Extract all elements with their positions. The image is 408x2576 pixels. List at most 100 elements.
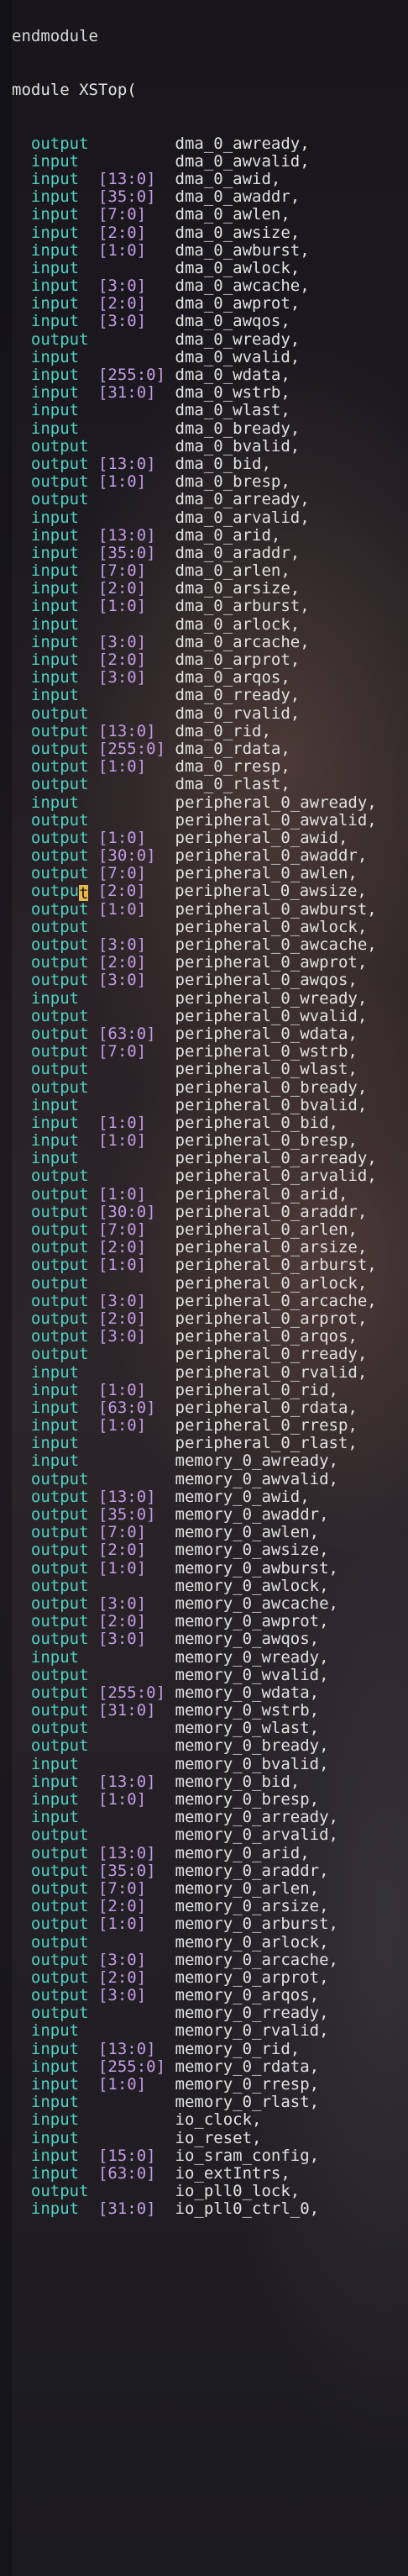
- port-name[interactable]: peripheral_0_wdata: [175, 1025, 348, 1043]
- port-name[interactable]: peripheral_0_awlock: [175, 918, 358, 936]
- port-name[interactable]: peripheral_0_awlen: [175, 864, 348, 882]
- port-name[interactable]: peripheral_0_arcache: [175, 1292, 368, 1310]
- port-name[interactable]: memory_0_rlast: [175, 2093, 310, 2111]
- port-name[interactable]: dma_0_rresp: [175, 757, 281, 776]
- port-name[interactable]: memory_0_wlast: [175, 1719, 310, 1737]
- port-name[interactable]: io_reset: [175, 2129, 253, 2147]
- port-name[interactable]: peripheral_0_awcache: [175, 935, 368, 954]
- port-name[interactable]: dma_0_wdata: [175, 366, 281, 384]
- port-name[interactable]: memory_0_awid: [175, 1488, 301, 1506]
- port-name[interactable]: dma_0_arqos: [175, 668, 281, 687]
- port-name[interactable]: memory_0_arready: [175, 1808, 329, 1826]
- port-name[interactable]: dma_0_rlast: [175, 775, 281, 793]
- port-name[interactable]: dma_0_wready: [175, 330, 290, 349]
- port-name[interactable]: dma_0_rdata: [175, 740, 281, 758]
- port-name[interactable]: dma_0_awid: [175, 170, 271, 188]
- port-name[interactable]: peripheral_0_awvalid: [175, 811, 368, 830]
- port-name[interactable]: peripheral_0_awsize: [175, 882, 357, 900]
- port-name[interactable]: peripheral_0_bready: [175, 1078, 358, 1097]
- port-name[interactable]: peripheral_0_awaddr: [175, 846, 358, 865]
- port-name[interactable]: memory_0_arcache: [175, 1951, 329, 1969]
- port-name[interactable]: peripheral_0_wlast: [175, 1060, 348, 1078]
- port-name[interactable]: dma_0_awburst: [175, 241, 301, 260]
- port-name[interactable]: peripheral_0_arlock: [175, 1274, 358, 1293]
- port-name[interactable]: dma_0_arprot: [175, 651, 290, 669]
- port-name[interactable]: peripheral_0_arprot: [175, 1309, 358, 1328]
- port-name[interactable]: memory_0_awsize: [175, 1541, 320, 1559]
- port-name[interactable]: memory_0_bready: [175, 1736, 320, 1755]
- port-name[interactable]: memory_0_rready: [175, 2004, 320, 2022]
- port-name[interactable]: peripheral_0_awready: [175, 793, 368, 812]
- port-name[interactable]: peripheral_0_rlast: [175, 1434, 348, 1452]
- port-name[interactable]: dma_0_wstrb: [175, 383, 281, 402]
- port-name[interactable]: dma_0_arid: [175, 526, 271, 545]
- port-name[interactable]: peripheral_0_arlen: [175, 1220, 348, 1239]
- port-name[interactable]: dma_0_awready: [175, 134, 301, 153]
- port-name[interactable]: peripheral_0_wvalid: [175, 1007, 358, 1025]
- port-name[interactable]: memory_0_awcache: [175, 1594, 329, 1613]
- port-name[interactable]: dma_0_awprot: [175, 294, 290, 313]
- port-name[interactable]: memory_0_bvalid: [175, 1755, 320, 1773]
- code-editor[interactable]: endmodule module XSTop( output dma_0_awr…: [12, 0, 408, 2236]
- port-name[interactable]: peripheral_0_bvalid: [175, 1096, 358, 1114]
- port-name[interactable]: memory_0_rid: [175, 2040, 290, 2058]
- port-name[interactable]: dma_0_awqos: [175, 312, 281, 330]
- port-name[interactable]: dma_0_awlen: [175, 205, 281, 224]
- port-name[interactable]: memory_0_arlock: [175, 1933, 320, 1952]
- port-name[interactable]: memory_0_awlock: [175, 1577, 320, 1595]
- port-name[interactable]: peripheral_0_arid: [175, 1185, 338, 1204]
- port-name[interactable]: memory_0_rresp: [175, 2075, 310, 2094]
- port-name[interactable]: dma_0_rvalid: [175, 704, 290, 723]
- port-name[interactable]: peripheral_0_rready: [175, 1345, 358, 1363]
- port-name[interactable]: peripheral_0_rresp: [175, 1416, 348, 1435]
- port-name[interactable]: dma_0_rready: [175, 686, 290, 704]
- port-name[interactable]: dma_0_arburst: [175, 597, 301, 615]
- port-name[interactable]: peripheral_0_awid: [175, 829, 338, 847]
- port-name[interactable]: dma_0_wvalid: [175, 348, 290, 366]
- port-name[interactable]: memory_0_arvalid: [175, 1825, 329, 1844]
- port-name[interactable]: dma_0_awsize: [175, 224, 290, 242]
- port-name[interactable]: dma_0_awvalid: [175, 152, 301, 171]
- port-name[interactable]: memory_0_bresp: [175, 1790, 310, 1809]
- port-name[interactable]: memory_0_awburst: [175, 1559, 329, 1578]
- port-name[interactable]: peripheral_0_rdata: [175, 1399, 348, 1417]
- port-name[interactable]: peripheral_0_arready: [175, 1149, 368, 1167]
- port-name[interactable]: dma_0_awlock: [175, 259, 290, 277]
- port-name[interactable]: memory_0_bid: [175, 1773, 290, 1791]
- port-name[interactable]: memory_0_awvalid: [175, 1470, 329, 1488]
- port-name[interactable]: peripheral_0_araddr: [175, 1203, 358, 1221]
- port-name[interactable]: memory_0_awaddr: [175, 1505, 320, 1524]
- port-name[interactable]: peripheral_0_awprot: [175, 953, 358, 972]
- port-name[interactable]: dma_0_awcache: [175, 277, 301, 295]
- port-name[interactable]: peripheral_0_wstrb: [175, 1042, 348, 1061]
- port-name[interactable]: memory_0_arid: [175, 1844, 301, 1862]
- port-name[interactable]: dma_0_arready: [175, 490, 301, 508]
- port-name[interactable]: memory_0_arburst: [175, 1915, 329, 1933]
- port-name[interactable]: peripheral_0_bid: [175, 1114, 329, 1132]
- port-name[interactable]: dma_0_araddr: [175, 544, 290, 562]
- port-name[interactable]: dma_0_wlast: [175, 401, 281, 419]
- port-name[interactable]: peripheral_0_awburst: [175, 900, 368, 919]
- port-name[interactable]: peripheral_0_awqos: [175, 971, 348, 989]
- port-name[interactable]: dma_0_arcache: [175, 633, 301, 651]
- port-name[interactable]: dma_0_bid: [175, 455, 262, 473]
- port-name[interactable]: memory_0_arqos: [175, 1986, 310, 2004]
- port-name[interactable]: peripheral_0_rid: [175, 1381, 329, 1399]
- port-name[interactable]: peripheral_0_rvalid: [175, 1363, 358, 1382]
- port-name[interactable]: dma_0_arsize: [175, 579, 290, 598]
- port-name[interactable]: dma_0_arlen: [175, 561, 281, 580]
- port-name[interactable]: memory_0_awlen: [175, 1523, 310, 1541]
- port-name[interactable]: peripheral_0_arqos: [175, 1327, 348, 1346]
- port-name[interactable]: io_pll0_lock: [175, 2182, 290, 2200]
- port-name[interactable]: memory_0_awready: [175, 1451, 329, 1470]
- port-name[interactable]: peripheral_0_arburst: [175, 1256, 368, 1274]
- port-name[interactable]: memory_0_arlen: [175, 1879, 310, 1898]
- port-name[interactable]: memory_0_awqos: [175, 1630, 310, 1648]
- port-name[interactable]: memory_0_araddr: [175, 1862, 320, 1880]
- port-name[interactable]: io_clock: [175, 2110, 253, 2129]
- port-name[interactable]: memory_0_wready: [175, 1648, 320, 1667]
- port-name[interactable]: peripheral_0_bresp: [175, 1131, 348, 1150]
- port-name[interactable]: dma_0_bready: [175, 419, 290, 438]
- port-name[interactable]: io_extIntrs: [175, 2164, 281, 2183]
- port-name[interactable]: memory_0_awprot: [175, 1612, 320, 1630]
